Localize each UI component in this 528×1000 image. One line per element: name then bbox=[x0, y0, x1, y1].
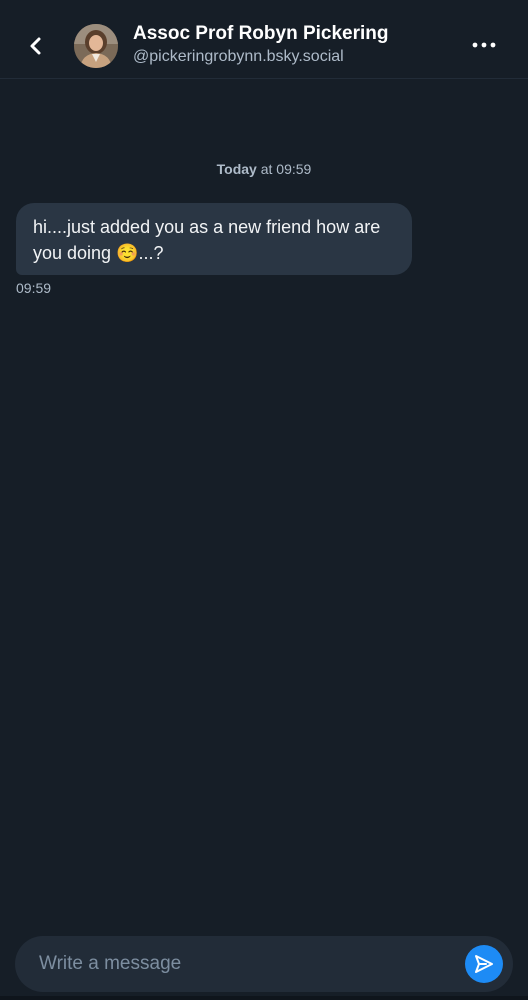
date-separator-day: Today bbox=[216, 161, 257, 177]
profile-photo bbox=[74, 24, 118, 68]
message-bubble[interactable]: hi....just added you as a new friend how… bbox=[16, 203, 412, 275]
display-name: Assoc Prof Robyn Pickering bbox=[133, 23, 389, 44]
message-timestamp: 09:59 bbox=[16, 280, 52, 296]
more-options-button[interactable] bbox=[466, 30, 502, 60]
more-horizontal-icon bbox=[472, 42, 496, 48]
message-composer bbox=[15, 936, 513, 992]
date-separator: Today at 09:59 bbox=[0, 161, 528, 177]
user-handle: @pickeringrobynn.bsky.social bbox=[133, 48, 344, 65]
bottom-edge bbox=[0, 996, 528, 1000]
send-button[interactable] bbox=[465, 945, 503, 983]
chat-header: Assoc Prof Robyn Pickering @pickeringrob… bbox=[0, 0, 528, 79]
avatar[interactable] bbox=[74, 24, 118, 68]
back-button[interactable] bbox=[18, 28, 54, 64]
message-text: hi....just added you as a new friend how… bbox=[33, 217, 381, 263]
chevron-left-icon bbox=[30, 37, 41, 55]
conversation-title[interactable]: Assoc Prof Robyn Pickering @pickeringrob… bbox=[133, 22, 453, 68]
send-icon bbox=[475, 955, 493, 973]
message-input[interactable] bbox=[39, 936, 439, 992]
date-separator-time: at 09:59 bbox=[256, 161, 312, 177]
